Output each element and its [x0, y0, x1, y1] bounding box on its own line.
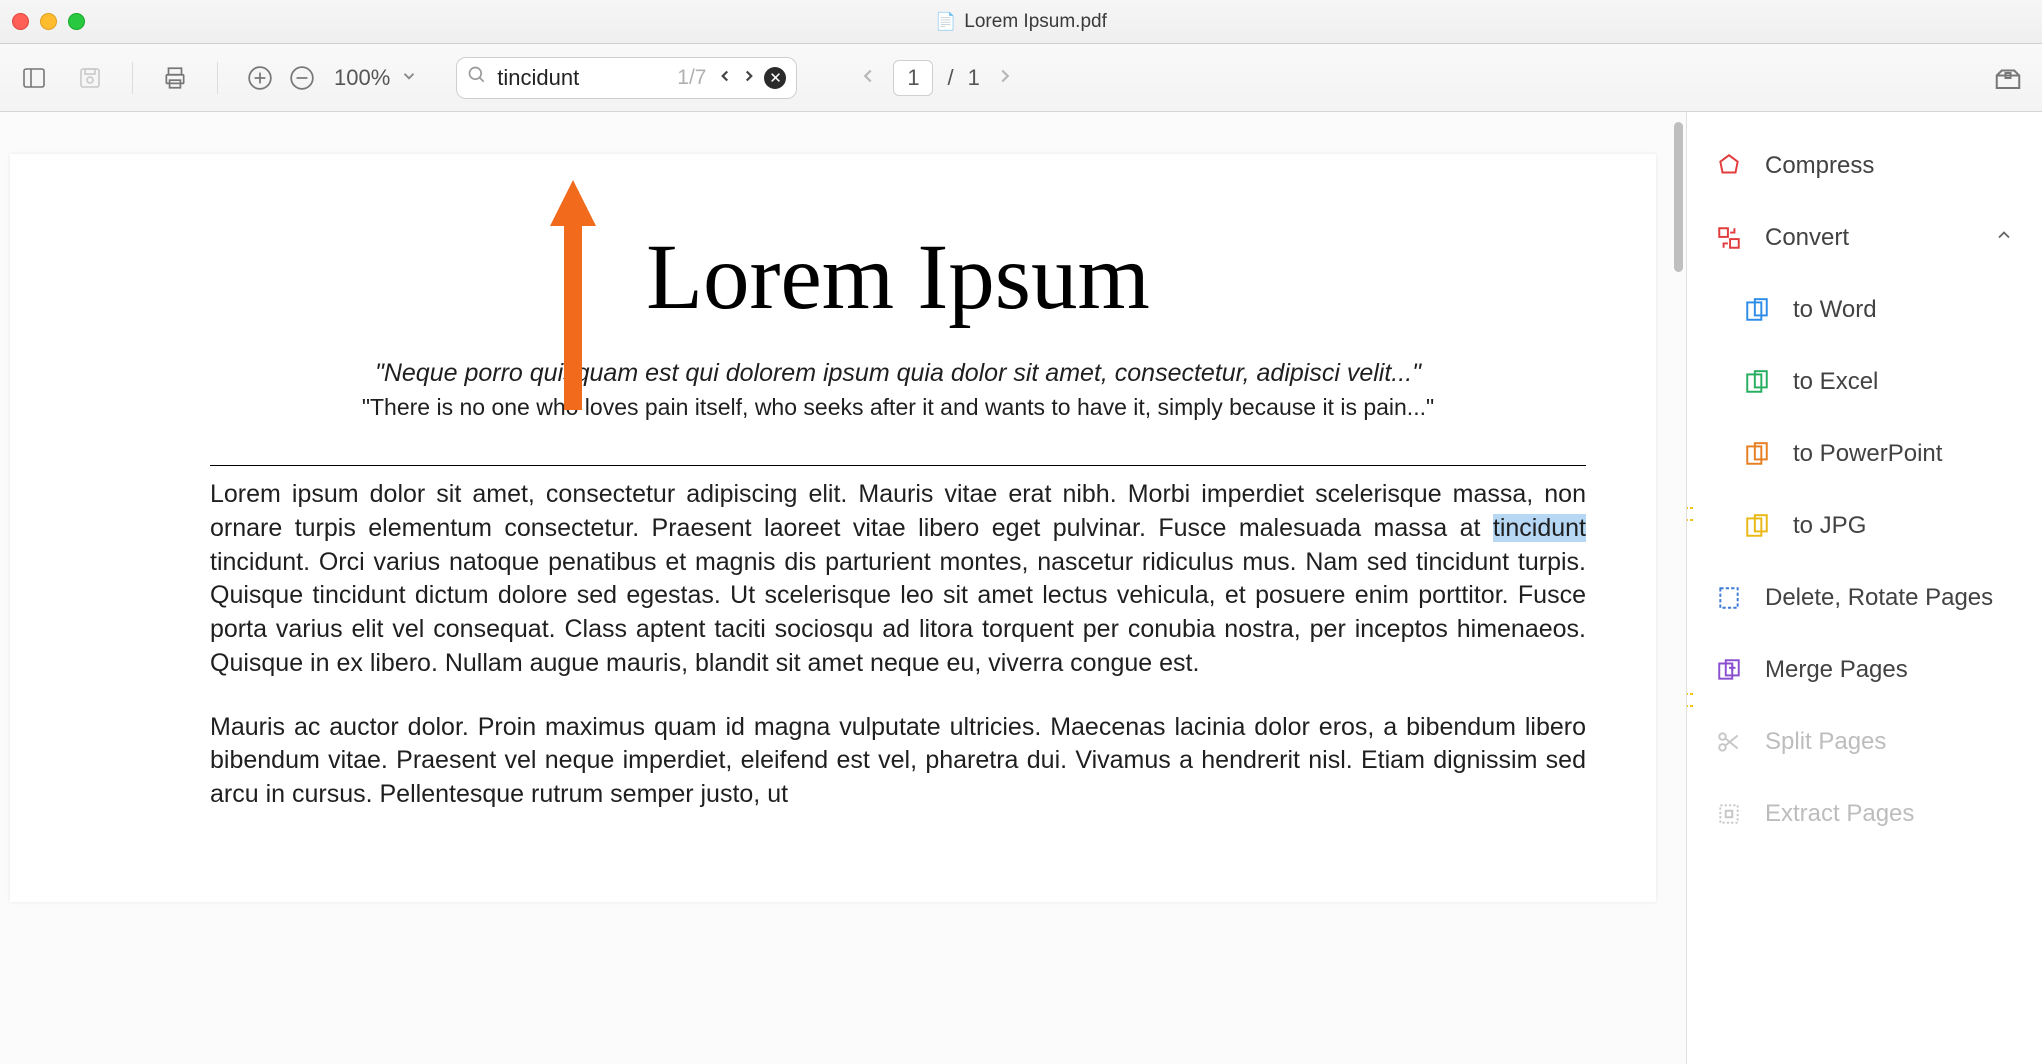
- toolbar: 100% 1/7 ✕ / 1: [0, 44, 2042, 112]
- document-page: Lorem Ipsum "Neque porro quisquam est qu…: [10, 154, 1656, 902]
- sidebar-item-convert[interactable]: Convert: [1687, 202, 2042, 274]
- search-next-icon[interactable]: [740, 65, 758, 91]
- titlebar: 📄 Lorem Ipsum.pdf: [0, 0, 2042, 44]
- sidebar-item-compress[interactable]: Compress: [1687, 130, 2042, 202]
- compress-icon: [1715, 152, 1743, 180]
- sidebar-toggle-icon[interactable]: [16, 60, 52, 96]
- zoom-dropdown-icon[interactable]: [400, 65, 418, 91]
- sidebar-item-label: Extract Pages: [1765, 800, 1914, 828]
- document-paragraph-1: Lorem ipsum dolor sit amet, consectetur …: [210, 478, 1586, 681]
- split-icon: [1715, 728, 1743, 756]
- sidebar-item-split: Split Pages: [1687, 706, 2042, 778]
- sidebar-item-label: to Excel: [1793, 368, 1878, 396]
- window-controls: [12, 13, 85, 30]
- p1-after: tincidunt. Orci varius natoque penatibus…: [210, 548, 1586, 677]
- search-highlight: tincidunt: [1493, 514, 1586, 542]
- zoom-in-icon[interactable]: [242, 60, 278, 96]
- document-pane[interactable]: Lorem Ipsum "Neque porro quisquam est qu…: [0, 112, 1686, 1064]
- sidebar-item-label: to JPG: [1793, 512, 1866, 540]
- document-paragraph-2: Mauris ac auctor dolor. Proin maximus qu…: [210, 711, 1586, 812]
- resize-handle-icon[interactable]: [1686, 504, 1694, 524]
- search-prev-icon[interactable]: [716, 65, 734, 91]
- sidebar-item-to-powerpoint[interactable]: to PowerPoint: [1687, 418, 2042, 490]
- delete-rotate-icon: [1715, 584, 1743, 612]
- prev-page-icon[interactable]: [857, 62, 879, 94]
- tools-sidebar: Compress Convert to Word to Excel: [1686, 112, 2042, 1064]
- sidebar-item-to-excel[interactable]: to Excel: [1687, 346, 2042, 418]
- chevron-up-icon: [1994, 224, 2014, 252]
- window-title-text: Lorem Ipsum.pdf: [964, 11, 1107, 33]
- zoom-out-icon[interactable]: [284, 60, 320, 96]
- zoom-level-label: 100%: [334, 65, 390, 91]
- horizontal-rule: [210, 465, 1586, 466]
- resize-handle-icon[interactable]: [1686, 690, 1694, 710]
- word-icon: [1743, 296, 1771, 324]
- search-clear-icon[interactable]: ✕: [764, 67, 786, 89]
- save-icon[interactable]: [72, 60, 108, 96]
- toolbox-icon[interactable]: [1990, 60, 2026, 96]
- minimize-button[interactable]: [40, 13, 57, 30]
- sidebar-item-label: to PowerPoint: [1793, 440, 1942, 468]
- document-quote-2: "There is no one who loves pain itself, …: [210, 394, 1586, 421]
- page-separator: /: [947, 65, 953, 91]
- current-page-input[interactable]: [893, 60, 933, 96]
- sidebar-item-to-jpg[interactable]: to JPG: [1687, 490, 2042, 562]
- document-icon: 📄: [935, 12, 956, 32]
- search-result-counter: 1/7: [677, 66, 706, 90]
- sidebar-item-label: Delete, Rotate Pages: [1765, 584, 1993, 612]
- sidebar-item-delete-rotate[interactable]: Delete, Rotate Pages: [1687, 562, 2042, 634]
- merge-icon: [1715, 656, 1743, 684]
- sidebar-item-label: Compress: [1765, 152, 1874, 180]
- main-area: Lorem Ipsum "Neque porro quisquam est qu…: [0, 112, 2042, 1064]
- extract-icon: [1715, 800, 1743, 828]
- page-nav: / 1: [857, 60, 1015, 96]
- sidebar-item-label: Split Pages: [1765, 728, 1886, 756]
- zoom-controls: 100%: [242, 60, 418, 96]
- toolbar-separator: [132, 62, 133, 94]
- vertical-scrollbar[interactable]: [1674, 122, 1683, 272]
- window-title: 📄 Lorem Ipsum.pdf: [935, 11, 1107, 33]
- maximize-button[interactable]: [68, 13, 85, 30]
- document-quote-1: "Neque porro quisquam est qui dolorem ip…: [210, 359, 1586, 388]
- toolbar-separator: [217, 62, 218, 94]
- sidebar-item-label: to Word: [1793, 296, 1877, 324]
- next-page-icon[interactable]: [994, 62, 1016, 94]
- sidebar-item-to-word[interactable]: to Word: [1687, 274, 2042, 346]
- excel-icon: [1743, 368, 1771, 396]
- sidebar-item-label: Merge Pages: [1765, 656, 1908, 684]
- sidebar-item-extract: Extract Pages: [1687, 778, 2042, 850]
- document-title: Lorem Ipsum: [210, 224, 1586, 331]
- p1-before: Lorem ipsum dolor sit amet, consectetur …: [210, 480, 1586, 542]
- convert-icon: [1715, 224, 1743, 252]
- sidebar-item-label: Convert: [1765, 224, 1849, 252]
- sidebar-item-merge[interactable]: Merge Pages: [1687, 634, 2042, 706]
- print-icon[interactable]: [157, 60, 193, 96]
- jpg-icon: [1743, 512, 1771, 540]
- close-button[interactable]: [12, 13, 29, 30]
- powerpoint-icon: [1743, 440, 1771, 468]
- search-icon: [467, 65, 487, 90]
- total-pages-label: 1: [968, 65, 980, 91]
- search-input[interactable]: [497, 65, 667, 91]
- search-box: 1/7 ✕: [456, 57, 797, 99]
- search-nav: ✕: [716, 65, 786, 91]
